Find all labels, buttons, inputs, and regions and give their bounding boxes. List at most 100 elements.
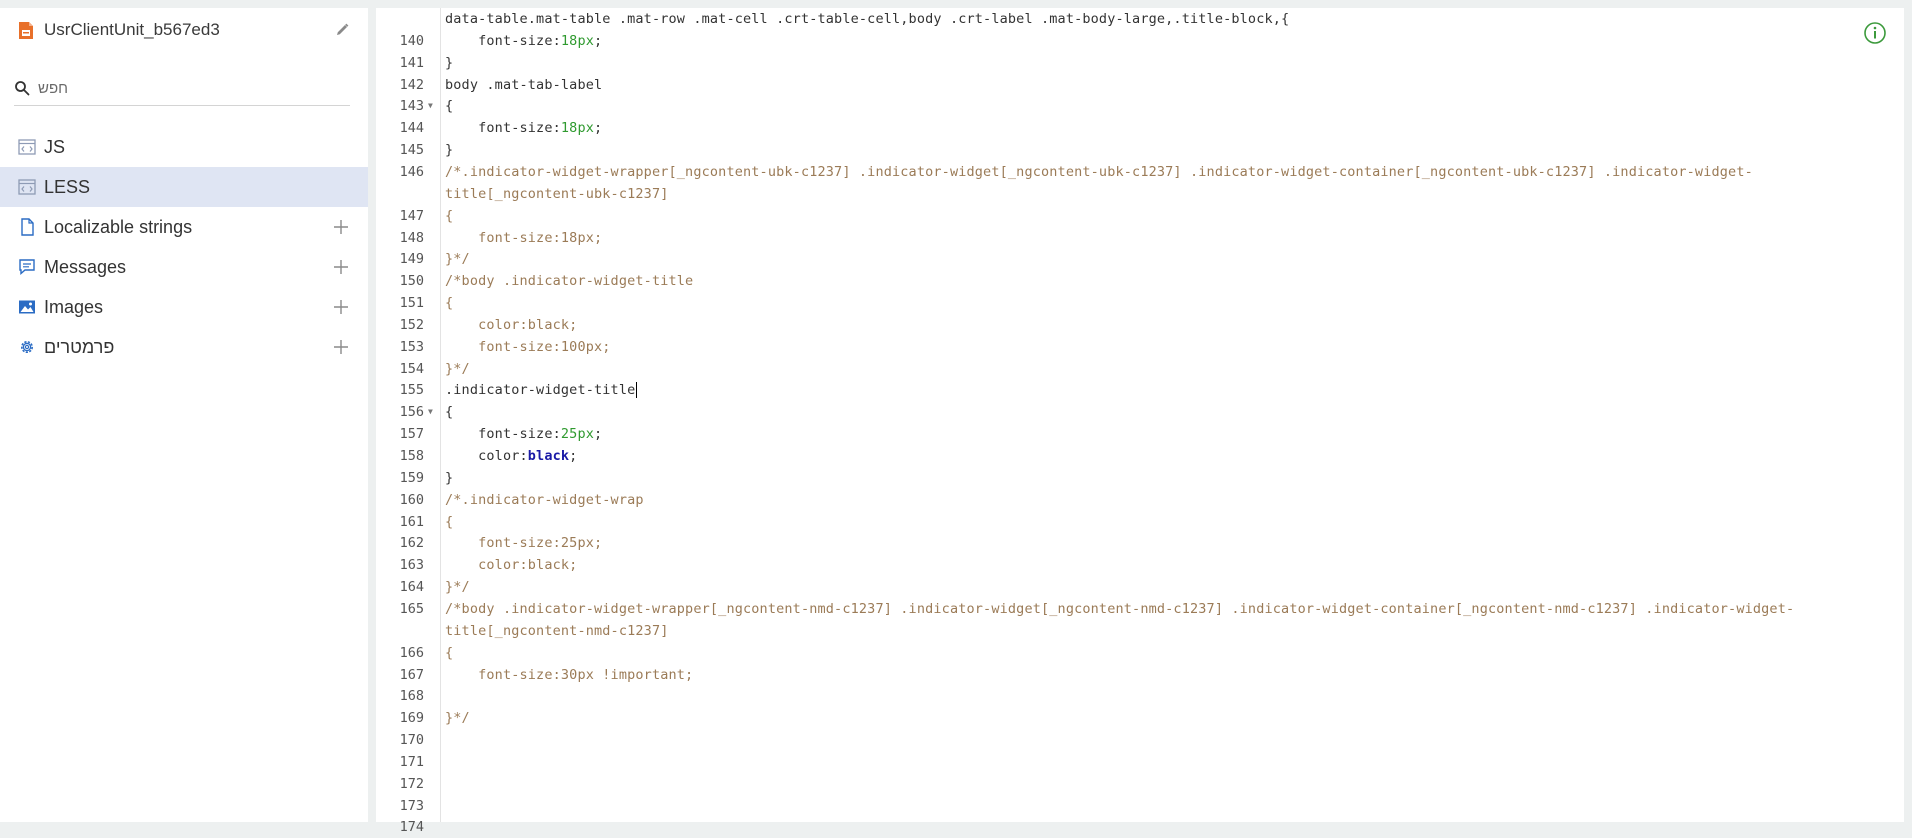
code-line[interactable]: 173 <box>376 795 1904 817</box>
code-line[interactable]: 144 font-size:18px; <box>376 117 1904 139</box>
code-line[interactable]: 172 <box>376 773 1904 795</box>
package-title: UsrClientUnit_b567ed3 <box>44 20 220 39</box>
edit-icon[interactable] <box>334 22 350 38</box>
code-editor[interactable]: data-table.mat-table .mat-row .mat-cell … <box>376 8 1904 835</box>
code-line[interactable]: 156 ▼ { <box>376 401 1904 423</box>
code-line[interactable]: 165 /*body .indicator-widget-wrapper[_ngc… <box>376 598 1904 620</box>
code-text: title[_ngcontent-ubk-c1237] <box>445 183 669 205</box>
code-text: /*.indicator-widget-wrap <box>445 489 644 511</box>
add-icon[interactable] <box>332 298 350 316</box>
code-text: font-size:25px; <box>445 423 602 445</box>
code-text: /*body .indicator-widget-title <box>445 270 693 292</box>
line-number: 160 <box>399 491 424 508</box>
code-line[interactable]: 169}*/ <box>376 707 1904 729</box>
code-text: { <box>445 292 453 314</box>
sidebar-item-parameters[interactable]: פרמטרים <box>0 327 368 367</box>
line-number: 140 <box>399 32 424 49</box>
code-line[interactable]: 171 <box>376 751 1904 773</box>
code-line[interactable]: 164}*/ <box>376 576 1904 598</box>
code-text: { <box>445 205 453 227</box>
code-text: color:black; <box>445 445 577 467</box>
code-line[interactable]: 157 font-size:25px; <box>376 423 1904 445</box>
add-icon[interactable] <box>332 338 350 356</box>
line-number: 171 <box>399 753 424 770</box>
code-file-icon <box>18 138 36 156</box>
code-line[interactable]: 174 <box>376 816 1904 838</box>
code-text: { <box>445 401 453 423</box>
line-number: 168 <box>399 688 424 705</box>
line-number: 155 <box>399 382 424 399</box>
fold-toggle-icon[interactable]: ▼ <box>428 95 433 117</box>
sidebar-item-images[interactable]: Images <box>0 287 368 327</box>
line-number: 161 <box>399 513 424 530</box>
code-token: } <box>445 469 454 486</box>
code-line[interactable]: 145} <box>376 139 1904 161</box>
code-line[interactable]: 140 font-size:18px; <box>376 30 1904 52</box>
code-text: }*/ <box>445 707 470 729</box>
line-number: 147 <box>399 207 424 224</box>
code-line[interactable]: data-table.mat-table .mat-row .mat-cell … <box>376 8 1904 30</box>
package-icon <box>19 21 33 39</box>
code-token: font-size:25px; <box>445 535 603 552</box>
code-text: /*body .indicator-widget-wrapper[_ngcont… <box>445 598 1794 620</box>
line-number: 158 <box>399 448 424 464</box>
line-number: 141 <box>399 54 424 71</box>
line-number: 162 <box>399 535 424 552</box>
code-line[interactable]: 141} <box>376 52 1904 74</box>
code-line[interactable]: 142 body .mat-tab-label <box>376 74 1904 96</box>
code-token: /*.indicator-widget-wrapper[_ngcontent-u… <box>445 163 1753 180</box>
line-number: 154 <box>399 360 424 377</box>
code-line[interactable]: 160 /*.indicator-widget-wrap <box>376 489 1904 511</box>
code-line[interactable]: 146 /*.indicator-widget-wrapper[_ngconten… <box>376 161 1904 183</box>
code-line[interactable]: 147 { <box>376 205 1904 227</box>
sidebar-item-messages[interactable]: Messages <box>0 247 368 287</box>
code-line[interactable]: 161 { <box>376 511 1904 533</box>
search-box <box>14 71 350 106</box>
code-line[interactable]: 149}*/ <box>376 248 1904 270</box>
code-text: font-size:100px; <box>445 336 611 358</box>
code-line[interactable]: title[_ngcontent-nmd-c1237] <box>376 620 1904 642</box>
code-area[interactable]: data-table.mat-table .mat-row .mat-cell … <box>376 8 1904 835</box>
code-line[interactable]: 155 .indicator-widget-title <box>376 379 1904 401</box>
fold-toggle-icon[interactable]: ▼ <box>428 401 433 423</box>
add-icon[interactable] <box>332 218 350 236</box>
gear-icon <box>18 338 36 356</box>
code-line[interactable]: 167 font-size:30px !important; <box>376 664 1904 686</box>
code-token: data-table.mat-table .mat-row .mat-cell … <box>445 11 1290 27</box>
code-text: font-size:18px; <box>445 30 602 52</box>
code-line[interactable]: 154}*/ <box>376 358 1904 380</box>
info-icon[interactable] <box>1863 21 1887 45</box>
code-token: { <box>445 98 454 115</box>
code-line[interactable]: 150 /*body .indicator-widget-title <box>376 270 1904 292</box>
sidebar-item-localizable-strings[interactable]: Localizable strings <box>0 207 368 247</box>
line-number: 172 <box>399 775 424 792</box>
code-line[interactable]: 163 color:black; <box>376 554 1904 576</box>
code-line[interactable]: 152 color:black; <box>376 314 1904 336</box>
code-token: body .mat-tab-label <box>445 76 603 93</box>
code-token: } <box>445 54 454 71</box>
line-number: 149 <box>399 251 424 268</box>
code-text: font-size:25px; <box>445 532 602 554</box>
line-number: 164 <box>399 579 424 596</box>
code-text: } <box>445 52 453 74</box>
code-line[interactable]: 168 <box>376 685 1904 707</box>
code-line[interactable]: 151 { <box>376 292 1904 314</box>
code-text: /*.indicator-widget-wrapper[_ngcontent-u… <box>445 161 1753 183</box>
code-line[interactable]: 170 <box>376 729 1904 751</box>
code-line[interactable]: 158 color:black; <box>376 445 1904 467</box>
code-line[interactable]: 148 font-size:18px; <box>376 227 1904 249</box>
code-line[interactable]: 166 { <box>376 642 1904 664</box>
code-line[interactable]: 159} <box>376 467 1904 489</box>
code-token: /*.indicator-widget-wrap <box>445 491 644 508</box>
sidebar-item-js[interactable]: JS <box>0 127 368 167</box>
line-number: 173 <box>399 797 424 814</box>
code-line[interactable]: 153 font-size:100px; <box>376 336 1904 358</box>
code-line[interactable]: 162 font-size:25px; <box>376 532 1904 554</box>
code-line[interactable]: title[_ngcontent-ubk-c1237] <box>376 183 1904 205</box>
code-line[interactable]: 143 ▼ { <box>376 95 1904 117</box>
sidebar-item-less[interactable]: LESS <box>0 167 368 207</box>
search-input[interactable] <box>38 79 338 97</box>
code-token: ; <box>594 120 603 137</box>
line-number: 157 <box>399 426 424 443</box>
add-icon[interactable] <box>332 258 350 276</box>
